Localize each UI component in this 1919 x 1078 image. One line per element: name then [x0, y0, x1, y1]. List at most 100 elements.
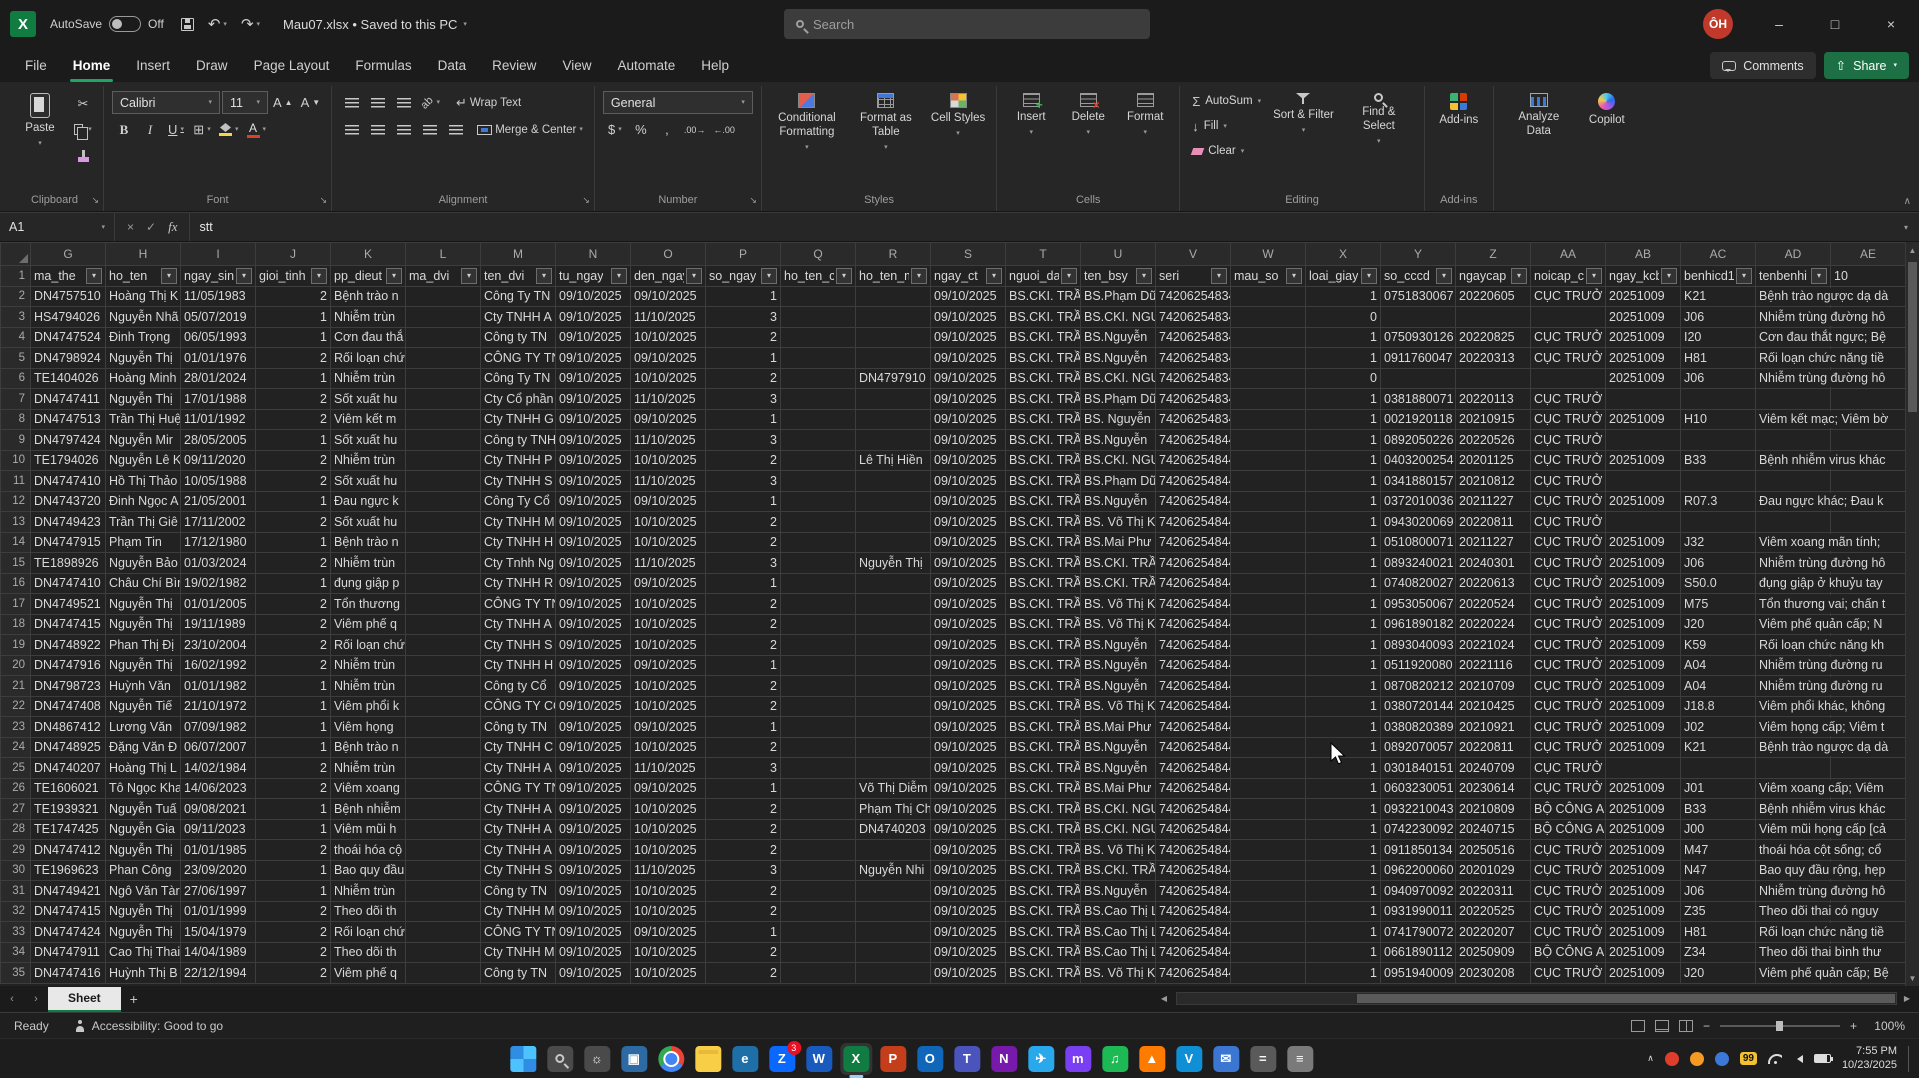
cell[interactable]: 1 [1305, 716, 1381, 738]
cell[interactable]: BS.CKI. TRẦ [1005, 531, 1081, 553]
cell[interactable]: 09/10/2025 [555, 839, 631, 861]
cell[interactable]: 09/10/2025 [555, 654, 631, 676]
cell[interactable]: Nhiễm trùng đường hô [1755, 306, 1889, 328]
cell[interactable] [405, 347, 481, 369]
cell[interactable]: BS.Phạm Dũ [1080, 470, 1156, 492]
row-number[interactable]: 10 [0, 449, 31, 471]
cell[interactable]: 09/10/2025 [930, 367, 1006, 389]
cell[interactable]: BS. Võ Thị K [1080, 511, 1156, 533]
filter-dropdown-button[interactable]: ▾ [986, 267, 1002, 284]
cell[interactable] [780, 285, 856, 307]
cell[interactable]: 09/10/2025 [630, 572, 706, 594]
cell[interactable]: Sốt xuất hu [330, 429, 406, 451]
align-left-button[interactable] [340, 118, 364, 141]
cell[interactable] [1455, 306, 1531, 328]
scroll-down-arrow[interactable]: ▼ [1906, 970, 1919, 986]
row-number[interactable]: 30 [0, 859, 31, 881]
cell[interactable]: Công Ty TN [480, 285, 556, 307]
cell[interactable]: DN4749421 [30, 880, 106, 902]
cell[interactable]: 2 [705, 675, 781, 697]
cell[interactable] [1230, 716, 1306, 738]
cell[interactable] [855, 613, 931, 635]
merge-center-button[interactable]: Merge & Center ▾ [474, 118, 586, 141]
row-number[interactable]: 24 [0, 736, 31, 758]
cell[interactable]: Cty TNHH A [480, 757, 556, 779]
cell[interactable]: 09/10/2025 [930, 736, 1006, 758]
cell[interactable]: 1 [255, 716, 331, 738]
search-icon[interactable] [546, 1045, 573, 1072]
cell[interactable]: TE1606021 [30, 777, 106, 799]
cell[interactable] [855, 347, 931, 369]
cell[interactable]: Nguyễn Thị [105, 613, 181, 635]
wrap-text-button[interactable]: ↵ Wrap Text [453, 91, 524, 114]
clipboard-dialog-launcher[interactable]: ↘ [91, 195, 99, 206]
cell[interactable]: Viêm xoang cấp; Viêm [1755, 777, 1887, 799]
cell[interactable]: BS.Nguyễn [1080, 757, 1156, 779]
cell[interactable]: DN4797424 [30, 429, 106, 451]
cell[interactable] [780, 859, 856, 881]
cell[interactable]: Rối loạn chứ [330, 921, 406, 943]
column-header-T[interactable]: T [1005, 242, 1081, 266]
cell[interactable]: 0951940009 [1380, 962, 1456, 984]
cell[interactable]: BS.Mai Phư [1080, 531, 1156, 553]
undo-button[interactable]: ↶ ▾ [201, 9, 234, 39]
cell[interactable] [405, 285, 481, 307]
cell[interactable]: 1 [1305, 736, 1381, 758]
cell[interactable]: 09/10/2025 [555, 326, 631, 348]
cell[interactable]: 0603230051 [1380, 777, 1456, 799]
cell[interactable]: CỤC TRƯỞ [1530, 839, 1606, 861]
filter-header-cell[interactable]: tenbenhi ▾ [1755, 265, 1831, 287]
cell[interactable]: Theo dõi th [330, 941, 406, 963]
cell[interactable]: 05/07/2019 [180, 306, 256, 328]
scroll-up-arrow[interactable]: ▲ [1906, 242, 1919, 258]
column-header-S[interactable]: S [930, 242, 1006, 266]
cell[interactable]: BS.Nguyễn [1080, 675, 1156, 697]
cell[interactable]: 09/10/2025 [555, 777, 631, 799]
accessibility-status[interactable]: Accessibility: Good to go [75, 1019, 223, 1033]
cell[interactable] [855, 388, 931, 410]
cell[interactable]: 10/10/2025 [630, 634, 706, 656]
cell[interactable]: J20 [1680, 613, 1756, 635]
horizontal-scrollbar[interactable] [1176, 992, 1897, 1005]
cell[interactable]: 20251009 [1605, 859, 1681, 881]
cell[interactable]: B33 [1680, 798, 1756, 820]
cell[interactable]: CỤC TRƯỞ [1530, 654, 1606, 676]
cell[interactable]: 09/10/2025 [555, 859, 631, 881]
cell[interactable]: DN4749521 [30, 593, 106, 615]
cell[interactable]: 74206254844 [1155, 634, 1231, 656]
cell[interactable]: 1 [705, 347, 781, 369]
cell[interactable]: Cty TNHH R [480, 572, 556, 594]
cell[interactable] [1230, 654, 1306, 676]
cell[interactable]: 20251009 [1605, 285, 1681, 307]
cell[interactable]: Viêm phế quản cấp; Bệ [1755, 962, 1892, 984]
cell[interactable] [1230, 736, 1306, 758]
cell[interactable]: 0931990011 [1380, 900, 1456, 922]
cell[interactable]: Cty TNHH A [480, 818, 556, 840]
cell[interactable]: BS.Nguyễn [1080, 736, 1156, 758]
cell[interactable]: BS.Nguyễn [1080, 347, 1156, 369]
cell[interactable]: N47 [1680, 859, 1756, 881]
cell[interactable]: CÔNG TY TN [480, 777, 556, 799]
row-number[interactable]: 18 [0, 613, 31, 635]
cell[interactable]: M47 [1680, 839, 1756, 861]
cell[interactable]: BS.CKI. TRẦ [1005, 859, 1081, 881]
cell[interactable]: 0961890182 [1380, 613, 1456, 635]
cell[interactable]: Huỳnh Thị B [105, 962, 181, 984]
cell[interactable] [1530, 367, 1606, 389]
cell[interactable]: 09/10/2025 [555, 921, 631, 943]
cell[interactable]: 20220207 [1455, 921, 1531, 943]
cell[interactable]: 01/01/1985 [180, 839, 256, 861]
vertical-scroll-thumb[interactable] [1908, 262, 1917, 412]
cell[interactable] [1230, 531, 1306, 553]
cell[interactable]: 1 [1305, 449, 1381, 471]
cell[interactable]: 01/01/2005 [180, 593, 256, 615]
cell[interactable]: 2 [255, 900, 331, 922]
cell[interactable] [855, 654, 931, 676]
cell[interactable]: 0403200254 [1380, 449, 1456, 471]
cell[interactable]: 20251009 [1605, 572, 1681, 594]
cell[interactable]: 09/10/2025 [930, 859, 1006, 881]
scroll-left-arrow[interactable]: ◀ [1156, 992, 1172, 1005]
cell[interactable]: thoái hóa cột sống; cổ [1755, 839, 1885, 861]
filter-header-cell[interactable]: ma_dvi ▾ [405, 265, 481, 287]
cell[interactable]: 20220525 [1455, 900, 1531, 922]
